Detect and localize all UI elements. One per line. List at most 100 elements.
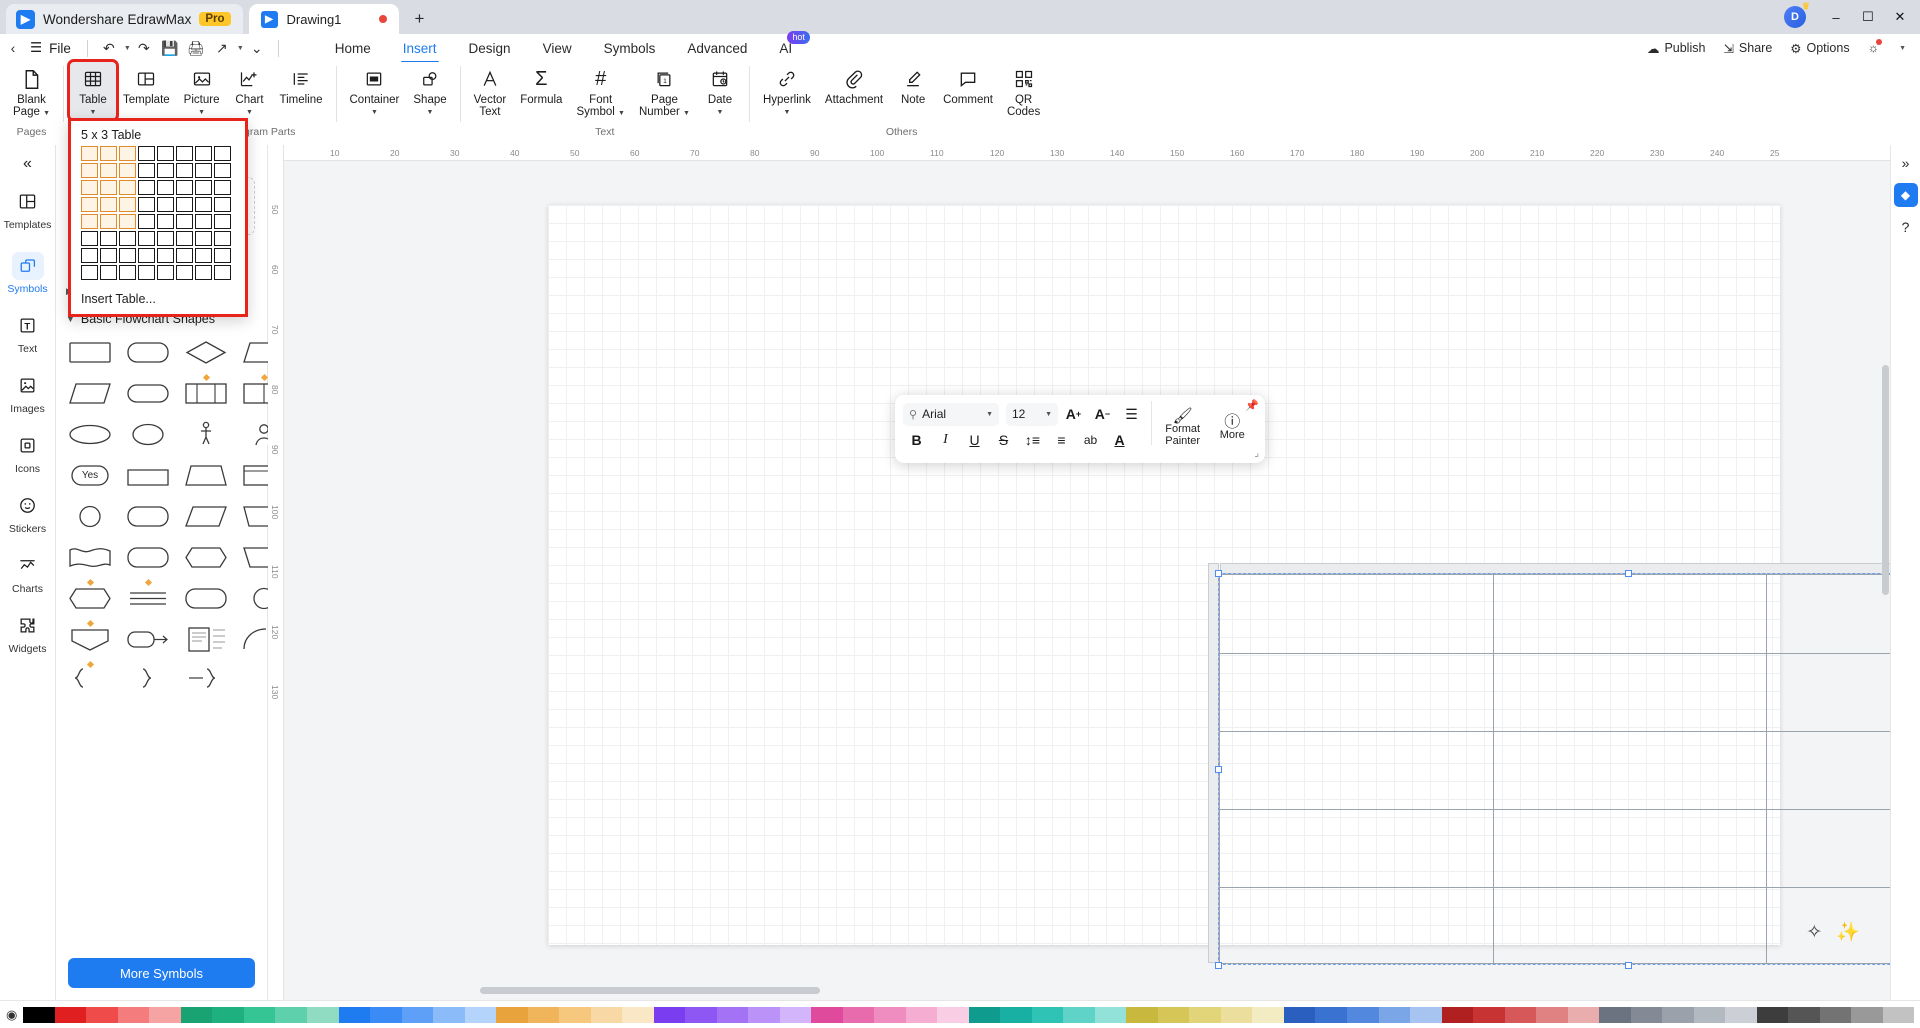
table-size-cell[interactable] (176, 180, 193, 195)
help-icon[interactable]: ? (1902, 219, 1910, 235)
color-swatch[interactable] (653, 1006, 686, 1023)
color-swatch[interactable] (559, 1006, 591, 1023)
color-swatch[interactable] (370, 1006, 402, 1023)
underline-button[interactable]: U (961, 428, 988, 453)
table-size-cell[interactable] (119, 214, 136, 229)
qr-codes-button[interactable]: QR Codes (1000, 62, 1047, 119)
table-size-cell[interactable] (157, 265, 174, 280)
shape-item-roundrect3[interactable] (124, 542, 172, 572)
color-swatch[interactable] (1725, 1006, 1757, 1023)
shape-item-wave[interactable] (66, 542, 114, 572)
shape-grid[interactable]: Yes (56, 333, 285, 705)
align-icon[interactable]: ☰ (1118, 402, 1145, 427)
color-swatch[interactable] (338, 1006, 371, 1023)
table-size-cell[interactable] (81, 214, 98, 229)
sidebar-item-widgets[interactable]: Widgets (6, 609, 50, 661)
table-size-cell[interactable] (119, 163, 136, 178)
table-size-cell[interactable] (157, 146, 174, 161)
table-size-cell[interactable] (100, 163, 117, 178)
formula-button[interactable]: Σ Formula (513, 62, 569, 106)
shape-item-shield[interactable] (66, 619, 114, 654)
shape-item-roundrect2[interactable] (124, 501, 172, 531)
table-size-cell[interactable] (157, 214, 174, 229)
shape-item-brace1[interactable] (66, 660, 114, 695)
shape-item-hex[interactable] (66, 578, 114, 613)
color-swatch[interactable] (1000, 1006, 1032, 1023)
shape-item-trapr[interactable] (182, 460, 230, 490)
tab-advanced[interactable]: Advanced (671, 34, 763, 62)
color-swatch[interactable] (937, 1006, 969, 1023)
table-size-cell[interactable] (138, 265, 155, 280)
resize-handle-w[interactable] (1215, 766, 1222, 773)
tab-view[interactable]: View (527, 34, 588, 62)
shape-item-note[interactable] (182, 624, 230, 654)
color-swatch[interactable] (968, 1006, 1001, 1023)
fill-color-icon[interactable]: ◉ (6, 1007, 17, 1023)
table-size-cell[interactable] (176, 231, 193, 246)
redo-icon[interactable]: ↷ (131, 35, 157, 61)
shape-item-ellipse2[interactable] (66, 419, 114, 449)
hyperlink-button[interactable]: Hyperlink ▼ (756, 62, 818, 119)
resize-handle-s[interactable] (1625, 962, 1632, 969)
canvas-area[interactable]: 10 20 30 40 50 60 70 80 90 100 110 120 130 140 150 160 1… (268, 145, 1920, 1000)
table-size-cell[interactable] (195, 146, 212, 161)
color-swatch[interactable] (1788, 1006, 1820, 1023)
color-swatch[interactable] (1283, 1006, 1316, 1023)
color-swatch[interactable] (1378, 1006, 1411, 1023)
color-swatch[interactable] (1662, 1006, 1694, 1023)
color-swatch[interactable] (180, 1006, 213, 1023)
table-size-cell[interactable] (81, 265, 98, 280)
chevron-down-icon[interactable]: ▼ (427, 107, 434, 119)
table-size-cell[interactable] (157, 231, 174, 246)
table-size-cell[interactable] (81, 231, 98, 246)
tab-design[interactable]: Design (453, 34, 527, 62)
table-size-cell[interactable] (214, 197, 231, 212)
chevron-down-icon[interactable]: ▼ (683, 110, 690, 117)
pin-icon[interactable]: 📌 (1245, 399, 1259, 412)
color-swatch[interactable] (1220, 1006, 1253, 1023)
table-size-cell[interactable] (100, 248, 117, 263)
table-size-cell[interactable] (176, 163, 193, 178)
vector-text-button[interactable]: Vector Text (467, 62, 514, 119)
color-swatch[interactable] (1252, 1006, 1284, 1023)
resize-handle-nw[interactable] (1215, 570, 1222, 577)
sidebar-item-text[interactable]: T Text (6, 309, 50, 361)
shape-button[interactable]: Shape ▼ (406, 62, 453, 119)
strikethrough-button[interactable]: S (990, 428, 1017, 453)
color-swatch[interactable] (23, 1006, 55, 1023)
color-swatch[interactable] (1126, 1006, 1158, 1023)
table-size-cell[interactable] (138, 231, 155, 246)
color-swatch[interactable] (1693, 1006, 1726, 1023)
table-size-cell[interactable] (176, 265, 193, 280)
shape-item-roundrect4[interactable] (182, 583, 230, 613)
color-swatch[interactable] (117, 1006, 150, 1023)
tab-home[interactable]: Home (319, 34, 387, 62)
table-size-cell[interactable] (138, 146, 155, 161)
color-swatch[interactable] (149, 1006, 181, 1023)
table-size-cell[interactable] (157, 248, 174, 263)
app-chip[interactable]: ▶ Wondershare EdrawMax Pro (6, 4, 243, 34)
color-swatches[interactable] (23, 1006, 1915, 1023)
table-size-cell[interactable] (176, 197, 193, 212)
table-size-cell[interactable] (138, 214, 155, 229)
color-swatch[interactable] (1094, 1006, 1127, 1023)
template-button[interactable]: Template (116, 62, 177, 106)
table-size-cell[interactable] (100, 146, 117, 161)
print-icon[interactable]: 🖨 (183, 35, 209, 61)
font-color-icon[interactable]: A (1106, 428, 1133, 453)
double-chevron-right-icon[interactable]: » (1902, 155, 1910, 171)
table-size-cell[interactable] (195, 265, 212, 280)
table-size-cell[interactable] (214, 248, 231, 263)
shape-item-rect[interactable] (66, 337, 114, 367)
shape-item-yes[interactable]: Yes (66, 460, 114, 490)
color-swatch[interactable] (306, 1006, 339, 1023)
font-size-select[interactable]: 12 ▼ (1006, 402, 1058, 426)
shape-item-lines[interactable] (124, 578, 172, 613)
color-swatch[interactable] (1473, 1006, 1505, 1023)
table-size-cell[interactable] (214, 180, 231, 195)
decrease-font-icon[interactable]: A − (1089, 402, 1116, 427)
color-swatch[interactable] (1630, 1006, 1663, 1023)
table-size-cell[interactable] (119, 231, 136, 246)
color-swatch[interactable] (1410, 1006, 1442, 1023)
table-size-cell[interactable] (81, 163, 98, 178)
